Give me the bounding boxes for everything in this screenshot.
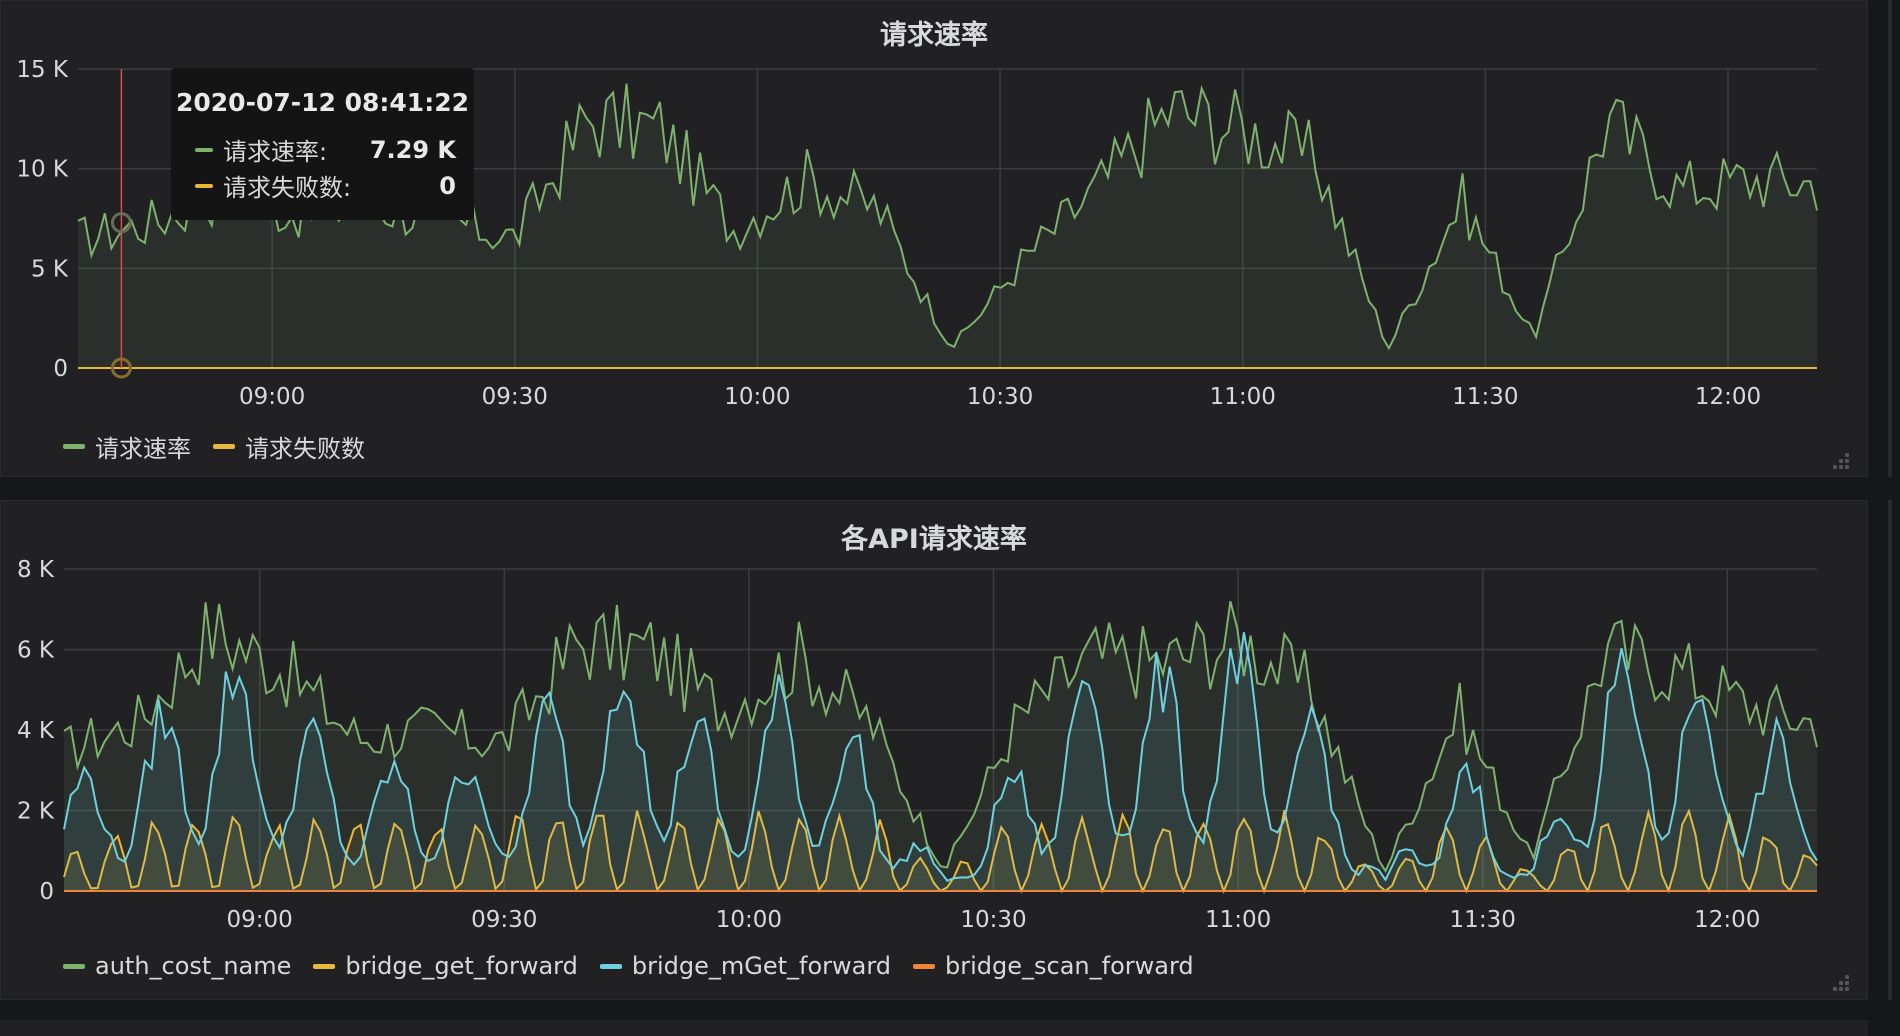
- legend-label: 请求速率: [95, 435, 191, 463]
- legend-swatch: [599, 963, 622, 969]
- series-swatch: [195, 183, 213, 188]
- legend-item[interactable]: bridge_mGet_forward: [599, 952, 892, 980]
- resize-handle-icon[interactable]: [1829, 453, 1849, 473]
- right-gutter: [1868, 0, 1900, 1036]
- legend-label: auth_cost_name: [95, 952, 292, 980]
- legend-label: 请求失败数: [245, 435, 365, 463]
- x-tick-label: 10:00: [724, 384, 790, 410]
- x-tick-label: 11:00: [1205, 907, 1271, 933]
- x-tick-label: 12:00: [1695, 384, 1761, 410]
- x-tick-label: 10:00: [716, 907, 782, 933]
- legend-swatch: [313, 963, 336, 969]
- scrollbar-track[interactable]: [1888, 0, 1892, 477]
- y-tick-label: 6 K: [17, 638, 55, 664]
- y-tick-label: 4 K: [17, 718, 55, 744]
- legend-swatch: [63, 963, 85, 969]
- y-tick-label: 0: [39, 879, 54, 905]
- legend: 请求速率 请求失败数: [63, 429, 365, 464]
- tooltip-row: 请求速率: 7.29 K: [195, 132, 456, 167]
- x-tick-label: 12:00: [1694, 907, 1760, 933]
- x-tick-label: 11:30: [1450, 907, 1516, 933]
- legend-swatch: [213, 444, 235, 449]
- x-tick-label: 09:00: [227, 907, 293, 933]
- tooltip-row: 请求失败数: 0: [195, 168, 456, 203]
- legend-label: bridge_get_forward: [345, 952, 578, 980]
- api-request-rate-chart[interactable]: 0 2 K 4 K 6 K 8 K 09:00 09:30 10:00 10:30 11:00 11…: [1, 501, 1869, 941]
- y-tick-label: 8 K: [17, 557, 55, 583]
- x-tick-label: 11:30: [1452, 384, 1518, 410]
- legend: auth_cost_name bridge_get_forward bridge_m…: [63, 952, 1194, 980]
- scrollbar-track[interactable]: [1888, 500, 1892, 1000]
- legend-item[interactable]: auth_cost_name: [63, 952, 291, 980]
- hover-tooltip: 2020-07-12 08:41:22 请求速率: 7.29 K 请求失败数: …: [171, 68, 474, 220]
- y-tick-label: 15 K: [16, 57, 69, 83]
- y-tick-label: 0: [53, 356, 68, 382]
- x-tick-label: 09:30: [471, 907, 537, 933]
- legend-swatch: [63, 444, 85, 449]
- tooltip-time: 2020-07-12 08:41:22: [176, 88, 469, 117]
- y-tick-label: 5 K: [31, 256, 69, 282]
- legend-item[interactable]: bridge_get_forward: [313, 952, 578, 980]
- series-swatch: [195, 147, 213, 152]
- legend-label: bridge_scan_forward: [945, 952, 1194, 980]
- resize-handle-icon[interactable]: [1829, 975, 1849, 995]
- panel-api-request-rate: 各API请求速率 02 K4 K6 K8 K 09:00 09:30 10:00 10:…: [0, 500, 1868, 1000]
- tooltip-label: 请求速率:: [223, 138, 328, 166]
- tooltip-label: 请求失败数:: [223, 174, 352, 202]
- x-tick-label: 10:30: [967, 384, 1033, 410]
- x-tick-label: 09:30: [482, 384, 548, 410]
- legend-item[interactable]: 请求失败数: [213, 429, 365, 464]
- x-tick-label: 11:00: [1210, 384, 1276, 410]
- y-tick-label: 10 K: [16, 157, 69, 183]
- tooltip-value: 7.29 K: [369, 135, 456, 164]
- legend-item[interactable]: bridge_scan_forward: [913, 952, 1194, 980]
- next-panel-edge: [0, 1020, 1868, 1036]
- y-tick-label: 2 K: [17, 799, 55, 825]
- legend-item[interactable]: 请求速率: [63, 429, 191, 464]
- legend-swatch: [913, 963, 936, 969]
- x-tick-label: 09:00: [239, 384, 305, 410]
- legend-label: bridge_mGet_forward: [631, 952, 892, 980]
- tooltip-value: 0: [439, 171, 456, 200]
- x-tick-label: 10:30: [960, 907, 1026, 933]
